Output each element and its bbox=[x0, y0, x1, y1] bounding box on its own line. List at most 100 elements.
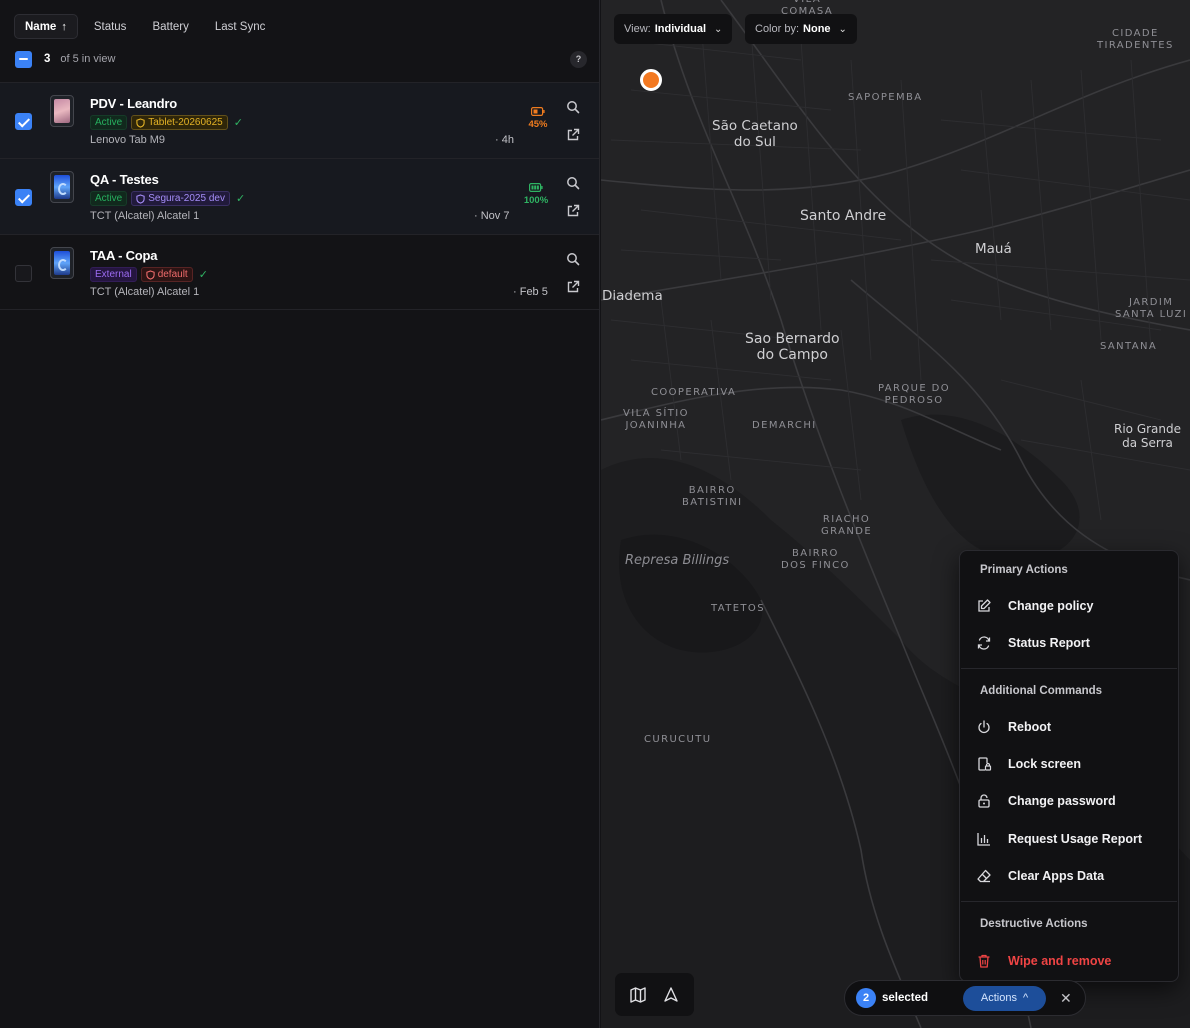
last-sync: · Feb 5 bbox=[513, 286, 548, 298]
map-label: São Caetano do Sul bbox=[712, 118, 798, 150]
map-label: Diadema bbox=[602, 288, 663, 304]
actions-button[interactable]: Actions ^ bbox=[963, 985, 1047, 1011]
bar-chart-icon bbox=[977, 833, 990, 846]
close-icon[interactable]: ✕ bbox=[1060, 990, 1072, 1007]
battery-full-icon bbox=[529, 183, 543, 192]
status-badge: Active bbox=[90, 191, 128, 206]
last-sync: · 4h bbox=[495, 134, 514, 146]
row-checkbox[interactable] bbox=[15, 265, 32, 282]
change-policy-item[interactable]: Change policy bbox=[976, 594, 1166, 618]
sort-last-sync-button[interactable]: Last Sync bbox=[205, 14, 276, 39]
policy-badge[interactable]: default bbox=[140, 267, 193, 282]
locate-search-icon[interactable] bbox=[566, 100, 580, 114]
change-password-item[interactable]: Change password bbox=[976, 789, 1166, 813]
map-icon[interactable] bbox=[629, 986, 647, 1004]
map-label: TATETOS bbox=[711, 603, 765, 614]
selection-bar: 2 selected Actions ^ ✕ bbox=[844, 980, 1086, 1016]
chevron-down-icon: ⌄ bbox=[714, 23, 723, 35]
clear-apps-data-label: Clear Apps Data bbox=[1008, 869, 1105, 883]
compliant-check-icon: ✓ bbox=[233, 117, 243, 129]
battery-half-icon bbox=[531, 107, 545, 116]
change-policy-label: Change policy bbox=[1008, 599, 1094, 613]
map-label: PARQUE DO PEDROSO bbox=[878, 383, 951, 406]
sort-status-button[interactable]: Status bbox=[84, 14, 137, 39]
compliant-check-icon: ✓ bbox=[198, 269, 208, 281]
view-select[interactable]: View: Individual ⌄ bbox=[614, 14, 733, 44]
refresh-icon bbox=[977, 636, 991, 650]
row-actions bbox=[566, 100, 582, 156]
trash-icon bbox=[978, 954, 990, 968]
view-select-value: Individual bbox=[654, 23, 707, 35]
clear-apps-data-item[interactable]: Clear Apps Data bbox=[976, 864, 1166, 888]
device-name[interactable]: TAA - Copa bbox=[90, 248, 158, 263]
selected-count: 3 bbox=[44, 53, 51, 65]
request-usage-report-label: Request Usage Report bbox=[1008, 832, 1143, 846]
device-badges: External default ✓ bbox=[90, 267, 208, 282]
request-usage-report-item[interactable]: Request Usage Report bbox=[976, 827, 1166, 851]
lock-screen-label: Lock screen bbox=[1008, 757, 1081, 771]
map-label: DEMARCHI bbox=[752, 420, 817, 431]
row-actions bbox=[566, 252, 582, 308]
battery-level: 100% bbox=[523, 195, 549, 206]
sort-name-label: Name bbox=[25, 20, 57, 33]
map-label: Sao Bernardo do Campo bbox=[745, 331, 840, 364]
row-checkbox[interactable] bbox=[15, 113, 32, 130]
device-list-panel: Name ↑ Status Battery Last Sync 3 of 5 i… bbox=[0, 0, 600, 1028]
power-icon bbox=[978, 720, 990, 734]
navigation-arrow-icon[interactable] bbox=[662, 986, 680, 1004]
device-row[interactable]: QA - Testes Active Segura-2025 dev ✓ TCT… bbox=[0, 158, 599, 234]
status-report-label: Status Report bbox=[1008, 636, 1090, 650]
compliant-check-icon: ✓ bbox=[235, 193, 246, 205]
color-by-select[interactable]: Color by: None ⌄ bbox=[745, 14, 857, 44]
sort-name-button[interactable]: Name ↑ bbox=[14, 14, 78, 39]
selection-label: selected bbox=[882, 992, 929, 1004]
row-checkbox[interactable] bbox=[15, 189, 32, 206]
actions-menu: Primary Actions Change policy Status Rep… bbox=[959, 550, 1179, 982]
map-label: RIACHO GRANDE bbox=[821, 514, 873, 537]
menu-section-destructive: Destructive Actions bbox=[980, 918, 1088, 930]
policy-badge[interactable]: Tablet-20260625 bbox=[131, 115, 228, 130]
device-name[interactable]: QA - Testes bbox=[90, 172, 159, 187]
device-model: TCT (Alcatel) Alcatel 1 bbox=[90, 210, 200, 222]
locate-search-icon[interactable] bbox=[566, 176, 580, 190]
policy-name: Tablet-20260625 bbox=[148, 117, 223, 128]
device-badges: Active Tablet-20260625 ✓ bbox=[90, 115, 243, 130]
sort-bar: Name ↑ Status Battery Last Sync bbox=[14, 14, 275, 39]
sort-battery-button[interactable]: Battery bbox=[142, 14, 198, 39]
device-thumbnail bbox=[50, 171, 74, 203]
map-label: VILA SÍTIO JOANINHA bbox=[623, 408, 689, 431]
open-external-icon[interactable] bbox=[566, 280, 580, 294]
device-row[interactable]: PDV - Leandro Active Tablet-20260625 ✓ L… bbox=[0, 82, 599, 158]
chevron-down-icon: ⌄ bbox=[838, 23, 847, 35]
selection-count-badge: 2 bbox=[856, 988, 876, 1008]
open-external-icon[interactable] bbox=[566, 204, 580, 218]
selection-row: 3 of 5 in view ? bbox=[15, 50, 587, 68]
policy-badge[interactable]: Segura-2025 dev bbox=[131, 191, 230, 206]
status-report-item[interactable]: Status Report bbox=[976, 631, 1166, 655]
status-badge: External bbox=[90, 267, 137, 282]
policy-name: Segura-2025 dev bbox=[148, 193, 225, 204]
open-external-icon[interactable] bbox=[566, 128, 580, 142]
select-all-checkbox[interactable] bbox=[15, 50, 32, 68]
view-select-label: View: bbox=[624, 23, 651, 35]
locate-search-icon[interactable] bbox=[566, 252, 580, 266]
device-location-pin[interactable] bbox=[640, 69, 662, 91]
wipe-and-remove-label: Wipe and remove bbox=[1008, 954, 1112, 968]
chevron-up-icon: ^ bbox=[1022, 992, 1029, 1004]
lock-screen-item[interactable]: Lock screen bbox=[976, 752, 1166, 776]
reboot-item[interactable]: Reboot bbox=[976, 715, 1166, 739]
shield-icon bbox=[146, 269, 155, 280]
sort-ascending-icon: ↑ bbox=[61, 20, 67, 33]
map-label: CIDADE TIRADENTES bbox=[1097, 28, 1174, 51]
map-label: BAIRRO BATISTINI bbox=[682, 485, 743, 508]
help-icon[interactable]: ? bbox=[570, 50, 587, 68]
color-by-label: Color by: bbox=[755, 23, 800, 35]
map-label: JARDIM SANTA LUZI bbox=[1115, 297, 1188, 320]
wipe-and-remove-item[interactable]: Wipe and remove bbox=[976, 949, 1166, 973]
menu-divider bbox=[961, 668, 1177, 669]
battery-indicator: 100% bbox=[520, 183, 552, 206]
device-row[interactable]: TAA - Copa External default ✓ TCT (Alcat… bbox=[0, 234, 599, 310]
map-label: VILA COMASA bbox=[781, 0, 834, 17]
reboot-label: Reboot bbox=[1008, 720, 1052, 734]
device-name[interactable]: PDV - Leandro bbox=[90, 96, 177, 111]
